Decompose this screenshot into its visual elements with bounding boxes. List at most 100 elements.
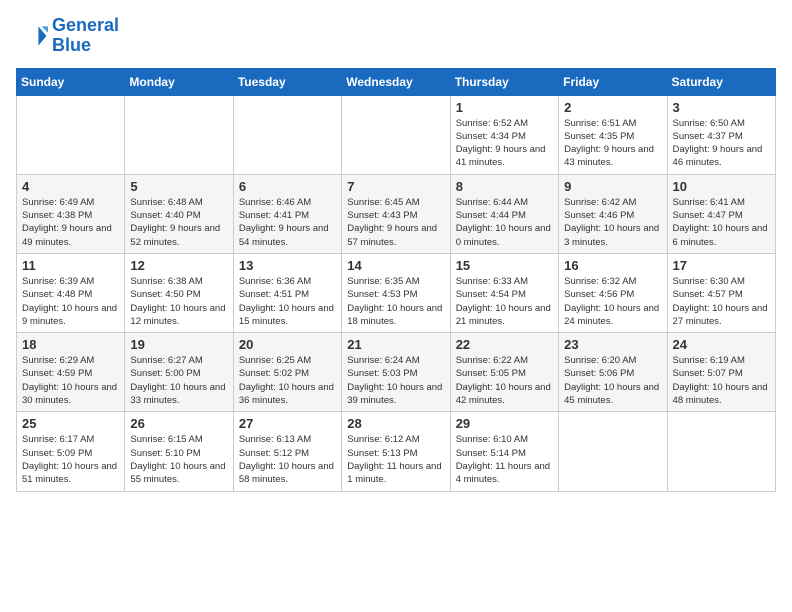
- cell-info-text: Sunrise: 6:25 AM Sunset: 5:02 PM Dayligh…: [239, 354, 336, 407]
- calendar-week-row: 18 Sunrise: 6:29 AM Sunset: 4:59 PM Dayli…: [17, 333, 776, 412]
- cell-date-number: 25: [22, 416, 119, 431]
- calendar-cell: 5Sunrise: 6:48 AM Sunset: 4:40 PM Daylig…: [125, 174, 233, 253]
- calendar-cell: 29Sunrise: 6:10 AM Sunset: 5:14 PM Dayli…: [450, 412, 558, 491]
- cell-info-text: Sunrise: 6:45 AM Sunset: 4:43 PM Dayligh…: [347, 196, 444, 249]
- calendar-cell: 9Sunrise: 6:42 AM Sunset: 4:46 PM Daylig…: [559, 174, 667, 253]
- calendar-cell: 20 Sunrise: 6:25 AM Sunset: 5:02 PM Dayli…: [233, 333, 341, 412]
- calendar-cell: 16 Sunrise: 6:32 AM Sunset: 4:56 PM Dayli…: [559, 253, 667, 332]
- cell-info-text: Sunrise: 6:52 AM Sunset: 4:34 PM Dayligh…: [456, 117, 553, 170]
- cell-info-text: Sunrise: 6:19 AM Sunset: 5:07 PM Dayligh…: [673, 354, 770, 407]
- cell-info-text: Sunrise: 6:39 AM Sunset: 4:48 PM Dayligh…: [22, 275, 119, 328]
- cell-date-number: 12: [130, 258, 227, 273]
- weekday-header: Thursday: [450, 68, 558, 95]
- cell-date-number: 24: [673, 337, 770, 352]
- calendar-header-row: SundayMondayTuesdayWednesdayThursdayFrid…: [17, 68, 776, 95]
- calendar-cell: 18 Sunrise: 6:29 AM Sunset: 4:59 PM Dayli…: [17, 333, 125, 412]
- cell-info-text: Sunrise: 6:33 AM Sunset: 4:54 PM Dayligh…: [456, 275, 553, 328]
- cell-info-text: Sunrise: 6:32 AM Sunset: 4:56 PM Dayligh…: [564, 275, 661, 328]
- calendar-cell: 8 Sunrise: 6:44 AM Sunset: 4:44 PM Daylig…: [450, 174, 558, 253]
- weekday-header: Tuesday: [233, 68, 341, 95]
- calendar-cell: [17, 95, 125, 174]
- cell-date-number: 7: [347, 179, 444, 194]
- cell-date-number: 18: [22, 337, 119, 352]
- cell-date-number: 4: [22, 179, 119, 194]
- calendar-table: SundayMondayTuesdayWednesdayThursdayFrid…: [16, 68, 776, 492]
- cell-info-text: Sunrise: 6:27 AM Sunset: 5:00 PM Dayligh…: [130, 354, 227, 407]
- page-header: General Blue: [16, 16, 776, 56]
- logo: General Blue: [16, 16, 119, 56]
- calendar-cell: 1 Sunrise: 6:52 AM Sunset: 4:34 PM Daylig…: [450, 95, 558, 174]
- cell-info-text: Sunrise: 6:46 AM Sunset: 4:41 PM Dayligh…: [239, 196, 336, 249]
- calendar-cell: [233, 95, 341, 174]
- cell-date-number: 29: [456, 416, 553, 431]
- cell-date-number: 14: [347, 258, 444, 273]
- logo-text: General Blue: [52, 16, 119, 56]
- cell-info-text: Sunrise: 6:29 AM Sunset: 4:59 PM Dayligh…: [22, 354, 119, 407]
- cell-info-text: Sunrise: 6:49 AM Sunset: 4:38 PM Dayligh…: [22, 196, 119, 249]
- weekday-header: Friday: [559, 68, 667, 95]
- calendar-week-row: 1 Sunrise: 6:52 AM Sunset: 4:34 PM Daylig…: [17, 95, 776, 174]
- cell-date-number: 6: [239, 179, 336, 194]
- cell-info-text: Sunrise: 6:48 AM Sunset: 4:40 PM Dayligh…: [130, 196, 227, 249]
- cell-info-text: Sunrise: 6:44 AM Sunset: 4:44 PM Dayligh…: [456, 196, 553, 249]
- calendar-cell: [125, 95, 233, 174]
- cell-date-number: 23: [564, 337, 661, 352]
- calendar-cell: 28 Sunrise: 6:12 AM Sunset: 5:13 PM Dayli…: [342, 412, 450, 491]
- cell-info-text: Sunrise: 6:42 AM Sunset: 4:46 PM Dayligh…: [564, 196, 661, 249]
- cell-date-number: 17: [673, 258, 770, 273]
- calendar-cell: 25 Sunrise: 6:17 AM Sunset: 5:09 PM Dayli…: [17, 412, 125, 491]
- cell-date-number: 13: [239, 258, 336, 273]
- weekday-header: Saturday: [667, 68, 775, 95]
- calendar-week-row: 4 Sunrise: 6:49 AM Sunset: 4:38 PM Daylig…: [17, 174, 776, 253]
- cell-info-text: Sunrise: 6:12 AM Sunset: 5:13 PM Dayligh…: [347, 433, 444, 486]
- cell-info-text: Sunrise: 6:50 AM Sunset: 4:37 PM Dayligh…: [673, 117, 770, 170]
- cell-date-number: 2: [564, 100, 661, 115]
- cell-date-number: 11: [22, 258, 119, 273]
- cell-date-number: 10: [673, 179, 770, 194]
- cell-info-text: Sunrise: 6:38 AM Sunset: 4:50 PM Dayligh…: [130, 275, 227, 328]
- cell-info-text: Sunrise: 6:13 AM Sunset: 5:12 PM Dayligh…: [239, 433, 336, 486]
- cell-info-text: Sunrise: 6:17 AM Sunset: 5:09 PM Dayligh…: [22, 433, 119, 486]
- logo-icon: [16, 20, 48, 52]
- calendar-cell: [667, 412, 775, 491]
- calendar-cell: 27 Sunrise: 6:13 AM Sunset: 5:12 PM Dayli…: [233, 412, 341, 491]
- calendar-cell: 19 Sunrise: 6:27 AM Sunset: 5:00 PM Dayli…: [125, 333, 233, 412]
- cell-info-text: Sunrise: 6:24 AM Sunset: 5:03 PM Dayligh…: [347, 354, 444, 407]
- weekday-header: Monday: [125, 68, 233, 95]
- cell-info-text: Sunrise: 6:15 AM Sunset: 5:10 PM Dayligh…: [130, 433, 227, 486]
- calendar-cell: 11 Sunrise: 6:39 AM Sunset: 4:48 PM Dayli…: [17, 253, 125, 332]
- cell-date-number: 1: [456, 100, 553, 115]
- cell-date-number: 28: [347, 416, 444, 431]
- calendar-cell: 2 Sunrise: 6:51 AM Sunset: 4:35 PM Daylig…: [559, 95, 667, 174]
- calendar-cell: 17 Sunrise: 6:30 AM Sunset: 4:57 PM Dayli…: [667, 253, 775, 332]
- weekday-header: Sunday: [17, 68, 125, 95]
- calendar-cell: 24 Sunrise: 6:19 AM Sunset: 5:07 PM Dayli…: [667, 333, 775, 412]
- calendar-week-row: 25 Sunrise: 6:17 AM Sunset: 5:09 PM Dayli…: [17, 412, 776, 491]
- calendar-cell: 6 Sunrise: 6:46 AM Sunset: 4:41 PM Daylig…: [233, 174, 341, 253]
- cell-date-number: 16: [564, 258, 661, 273]
- calendar-cell: 21Sunrise: 6:24 AM Sunset: 5:03 PM Dayli…: [342, 333, 450, 412]
- cell-date-number: 22: [456, 337, 553, 352]
- calendar-cell: [559, 412, 667, 491]
- weekday-header: Wednesday: [342, 68, 450, 95]
- calendar-week-row: 11 Sunrise: 6:39 AM Sunset: 4:48 PM Dayli…: [17, 253, 776, 332]
- calendar-cell: 12 Sunrise: 6:38 AM Sunset: 4:50 PM Dayli…: [125, 253, 233, 332]
- cell-date-number: 19: [130, 337, 227, 352]
- cell-date-number: 15: [456, 258, 553, 273]
- calendar-cell: 15 Sunrise: 6:33 AM Sunset: 4:54 PM Dayli…: [450, 253, 558, 332]
- cell-info-text: Sunrise: 6:41 AM Sunset: 4:47 PM Dayligh…: [673, 196, 770, 249]
- cell-date-number: 8: [456, 179, 553, 194]
- calendar-cell: 10 Sunrise: 6:41 AM Sunset: 4:47 PM Dayli…: [667, 174, 775, 253]
- calendar-cell: 3Sunrise: 6:50 AM Sunset: 4:37 PM Daylig…: [667, 95, 775, 174]
- calendar-cell: 26 Sunrise: 6:15 AM Sunset: 5:10 PM Dayli…: [125, 412, 233, 491]
- cell-info-text: Sunrise: 6:51 AM Sunset: 4:35 PM Dayligh…: [564, 117, 661, 170]
- cell-info-text: Sunrise: 6:22 AM Sunset: 5:05 PM Dayligh…: [456, 354, 553, 407]
- cell-date-number: 20: [239, 337, 336, 352]
- cell-date-number: 26: [130, 416, 227, 431]
- calendar-cell: 14Sunrise: 6:35 AM Sunset: 4:53 PM Dayli…: [342, 253, 450, 332]
- calendar-cell: [342, 95, 450, 174]
- cell-date-number: 27: [239, 416, 336, 431]
- cell-info-text: Sunrise: 6:30 AM Sunset: 4:57 PM Dayligh…: [673, 275, 770, 328]
- calendar-cell: 4 Sunrise: 6:49 AM Sunset: 4:38 PM Daylig…: [17, 174, 125, 253]
- calendar-cell: 13Sunrise: 6:36 AM Sunset: 4:51 PM Dayli…: [233, 253, 341, 332]
